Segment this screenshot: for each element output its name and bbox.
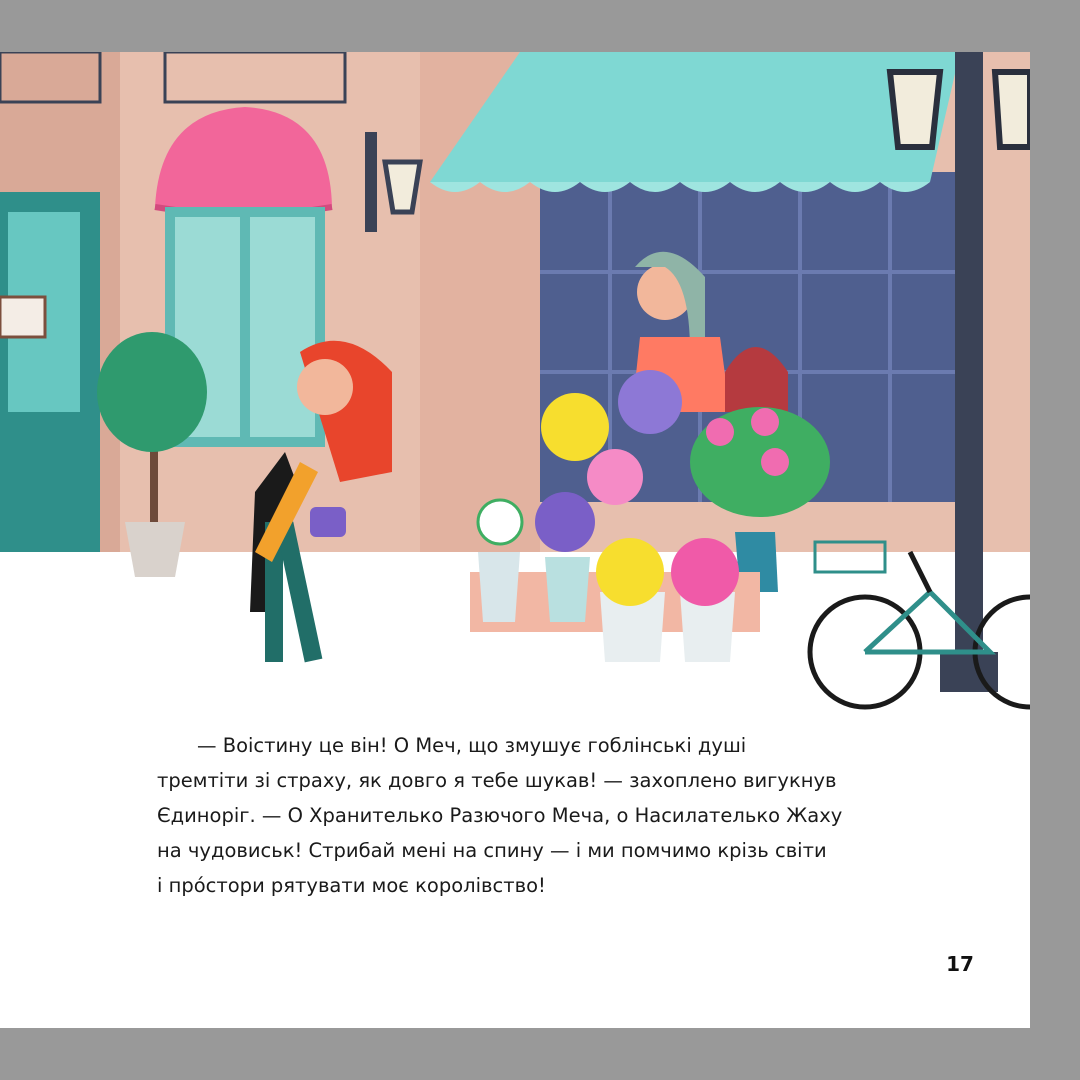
story-paragraph: — Воістину це він! О Меч, що змушує гобл… <box>157 734 843 897</box>
street-flower-shop-illustration <box>0 52 1030 712</box>
page-number: 17 <box>946 952 974 976</box>
story-text: — Воістину це він! О Меч, що змушує гобл… <box>157 728 917 903</box>
book-page: — Воістину це він! О Меч, що змушує гобл… <box>0 52 1030 1028</box>
